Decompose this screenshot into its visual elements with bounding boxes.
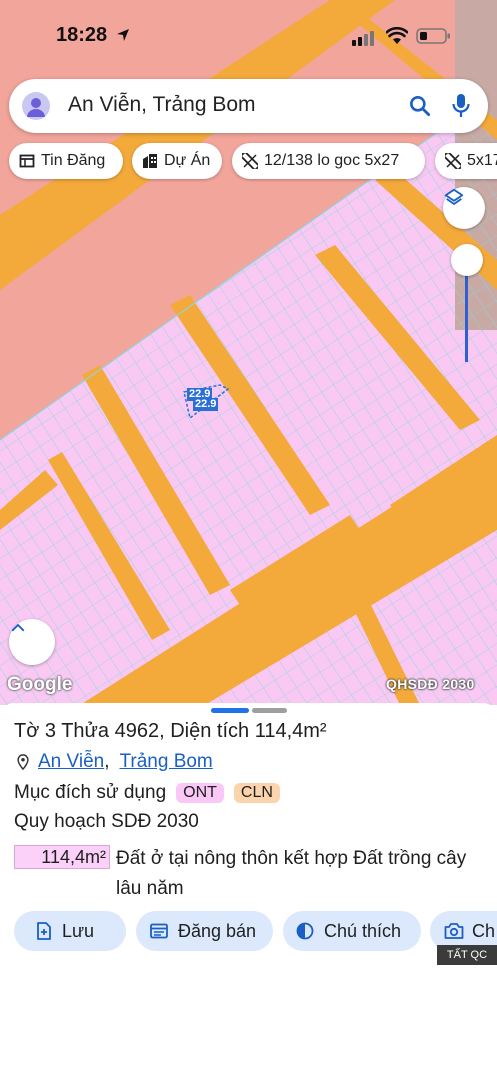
chip-saved-search-2[interactable]: 5x17: [435, 143, 497, 179]
legend-button[interactable]: Chú thích: [283, 911, 421, 951]
layers-icon: [444, 188, 464, 205]
sheet-page-indicator[interactable]: [252, 708, 287, 713]
post-sale-button[interactable]: Đăng bán: [136, 911, 273, 951]
building-icon: [143, 154, 157, 168]
battery-icon: [416, 28, 450, 44]
cellular-signal-icon: [352, 31, 374, 46]
save-icon: [37, 922, 51, 940]
search-bar[interactable]: An Viễn, Trảng Bom: [9, 79, 488, 133]
commune-link[interactable]: An Viễn: [38, 751, 104, 773]
chip-saved-search[interactable]: 12/138 lo goc 5x27: [232, 143, 425, 179]
search-query[interactable]: An Viễn, Trảng Bom: [68, 93, 256, 117]
parcel-dimension-label: 22.9: [193, 398, 219, 411]
overlay-label: QHSDĐ 2030: [386, 676, 475, 692]
purpose-label: Mục đích sử dụng: [14, 782, 167, 803]
search-icon[interactable]: [407, 93, 433, 119]
action-buttons: Lưu Đăng bán Chú thích Ch: [0, 911, 497, 951]
chip-label: 12/138 lo goc 5x27: [264, 152, 400, 169]
filter-chips: Tin Đăng Dự Án 12/138 lo goc 5x27 5x17: [0, 143, 497, 179]
clock: 18:28: [56, 24, 108, 46]
listing-icon: [19, 154, 35, 168]
land-purpose-row: Mục đích sử dụng ONT CLN: [14, 782, 280, 804]
post-sale-button-label: Đăng bán: [178, 920, 257, 941]
chip-projects[interactable]: Dự Án: [132, 143, 222, 179]
expand-up-button[interactable]: [9, 619, 55, 665]
camera-button-label: Ch: [472, 920, 496, 941]
microphone-icon[interactable]: [450, 92, 472, 120]
post-sale-icon: [150, 923, 168, 939]
layers-button[interactable]: [443, 187, 485, 229]
opacity-slider-knob[interactable]: [451, 244, 483, 276]
status-bar: 18:28: [0, 0, 497, 72]
purpose-tag-ont: ONT: [176, 783, 224, 803]
plan-label: Quy hoạch SDĐ 2030: [14, 811, 199, 832]
parcel-location: An Viễn, Trảng Bom: [16, 751, 213, 773]
camera-icon: [444, 923, 464, 939]
save-button-label: Lưu: [62, 920, 95, 941]
location-arrow-icon: [117, 29, 129, 41]
district-link[interactable]: Trảng Bom: [119, 751, 212, 773]
user-avatar-icon: [27, 98, 45, 117]
opacity-slider-track[interactable]: [465, 262, 468, 362]
chip-label: 5x17: [467, 152, 497, 169]
chip-listings[interactable]: Tin Đăng: [9, 143, 123, 179]
ruler-icon: [242, 153, 258, 169]
location-pin-icon: [17, 754, 29, 770]
google-logo: Google: [7, 674, 73, 695]
save-button[interactable]: Lưu: [14, 911, 126, 951]
chevron-up-icon: [11, 624, 25, 632]
hide-ads-badge[interactable]: TẤT QC: [437, 945, 497, 965]
purpose-tag-cln: CLN: [233, 783, 280, 803]
avatar[interactable]: [22, 92, 50, 120]
area-value-badge: 114,4m²: [14, 845, 110, 869]
parcel-info-sheet[interactable]: Tờ 3 Thửa 4962, Diện tích 114,4m² An Viễ…: [0, 703, 497, 1080]
chip-label: Dự Án: [164, 152, 211, 169]
parcel-title: Tờ 3 Thửa 4962, Diện tích 114,4m²: [14, 720, 327, 742]
area-description: Đất ở tại nông thôn kết hợp Đất trồng câ…: [116, 848, 467, 899]
chip-label: Tin Đăng: [41, 152, 106, 169]
sheet-page-indicator-active[interactable]: [211, 708, 249, 713]
legend-icon: [296, 922, 314, 940]
legend-button-label: Chú thích: [324, 920, 402, 941]
wifi-icon: [386, 27, 408, 44]
ruler-icon: [445, 153, 461, 169]
